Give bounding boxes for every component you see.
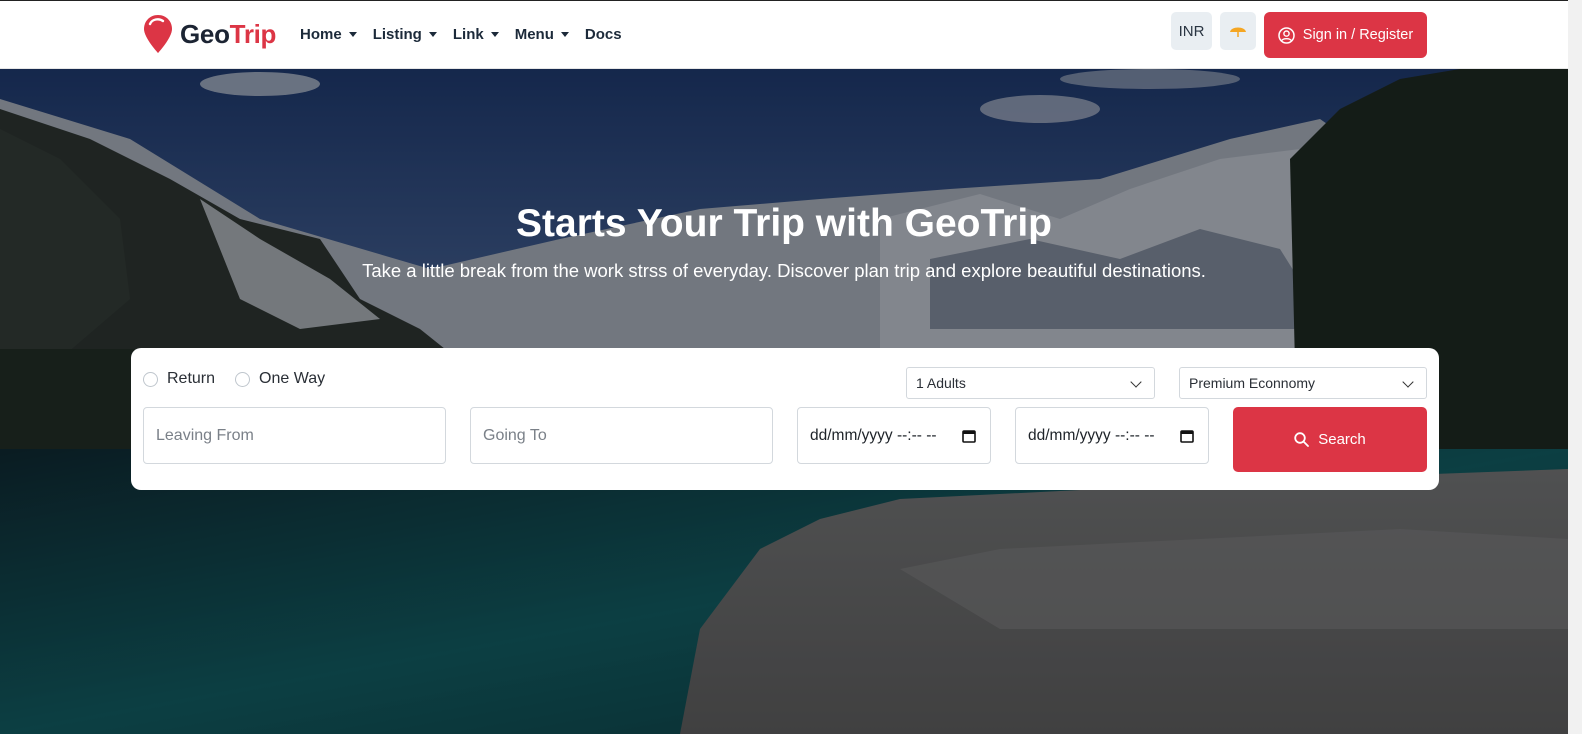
nav-item-label: Listing bbox=[372, 25, 422, 43]
hero-section: Starts Your Trip with GeoTrip Take a lit… bbox=[0, 69, 1568, 734]
umbrella-icon bbox=[1230, 27, 1246, 37]
nav-item-label: Menu bbox=[514, 25, 554, 43]
leaving-from-input[interactable]: Leaving From bbox=[143, 407, 446, 464]
nav-item-listing[interactable]: Listing bbox=[373, 23, 437, 45]
nav-item-docs[interactable]: Docs bbox=[585, 23, 622, 45]
brand-name-geo: Geo bbox=[180, 18, 230, 49]
caret-down-icon bbox=[560, 31, 569, 37]
sign-in-register-button[interactable]: Sign in / Register bbox=[1264, 12, 1427, 58]
nav-item-menu[interactable]: Menu bbox=[515, 23, 569, 45]
radio-label: Return bbox=[167, 370, 216, 387]
search-icon bbox=[1294, 432, 1310, 447]
chevron-down-icon bbox=[1402, 376, 1414, 388]
caret-down-icon bbox=[348, 31, 357, 37]
adults-select[interactable]: 1 Adults bbox=[906, 367, 1155, 399]
brand-logo[interactable]: GeoTrip bbox=[142, 14, 276, 54]
nav-item-link[interactable]: Link bbox=[453, 23, 499, 45]
calendar-icon[interactable] bbox=[962, 429, 976, 443]
nav-item-home[interactable]: Home bbox=[300, 23, 357, 45]
calendar-icon[interactable] bbox=[1180, 429, 1194, 443]
main-nav: Home Listing Link Menu Docs bbox=[300, 23, 638, 45]
adults-select-value: 1 Adults bbox=[916, 375, 966, 391]
currency-button[interactable]: INR bbox=[1171, 12, 1212, 50]
nav-item-label: Home bbox=[300, 25, 342, 43]
caret-down-icon bbox=[428, 31, 437, 37]
cabin-class-select[interactable]: Premium Econnomy bbox=[1179, 367, 1427, 399]
hero-subtitle: Take a little break from the work strss … bbox=[362, 260, 1206, 281]
brand-name: GeoTrip bbox=[180, 19, 276, 50]
radio-one-way[interactable]: One Way bbox=[235, 370, 325, 388]
nav-item-label: Link bbox=[452, 25, 484, 43]
brand-name-trip: Trip bbox=[229, 18, 277, 49]
depart-date-value: dd/mm/yyyy --:-- -- bbox=[810, 426, 937, 444]
page-scrollbar[interactable] bbox=[1568, 0, 1582, 734]
radio-return[interactable]: Return bbox=[143, 370, 215, 388]
radio-label: One Way bbox=[259, 370, 326, 387]
radio-circle[interactable] bbox=[143, 371, 158, 387]
theme-toggle-button[interactable] bbox=[1220, 12, 1256, 50]
search-button-label: Search bbox=[1318, 431, 1366, 448]
return-date-value: dd/mm/yyyy --:-- -- bbox=[1028, 426, 1155, 444]
flight-search-card: Return One Way 1 Adults Premium Econnomy… bbox=[131, 348, 1439, 490]
chevron-down-icon bbox=[1130, 376, 1142, 388]
sign-in-label: Sign in / Register bbox=[1302, 27, 1414, 43]
cabin-class-select-value: Premium Econnomy bbox=[1189, 375, 1316, 391]
search-button[interactable]: Search bbox=[1233, 407, 1427, 472]
top-navbar: GeoTrip Home Listing Link Menu Docs INR bbox=[0, 0, 1568, 69]
return-date-input[interactable]: dd/mm/yyyy --:-- -- bbox=[1015, 407, 1209, 464]
going-to-input[interactable]: Going To bbox=[470, 407, 773, 464]
depart-date-input[interactable]: dd/mm/yyyy --:-- -- bbox=[797, 407, 991, 464]
radio-circle[interactable] bbox=[235, 371, 251, 387]
hero-title: Starts Your Trip with GeoTrip bbox=[516, 202, 1052, 245]
trip-type-radio-group: Return One Way bbox=[143, 370, 345, 388]
caret-down-icon bbox=[490, 31, 499, 37]
nav-item-label: Docs bbox=[584, 25, 622, 43]
user-circle-icon bbox=[1278, 26, 1295, 44]
map-pin-icon bbox=[144, 15, 172, 53]
